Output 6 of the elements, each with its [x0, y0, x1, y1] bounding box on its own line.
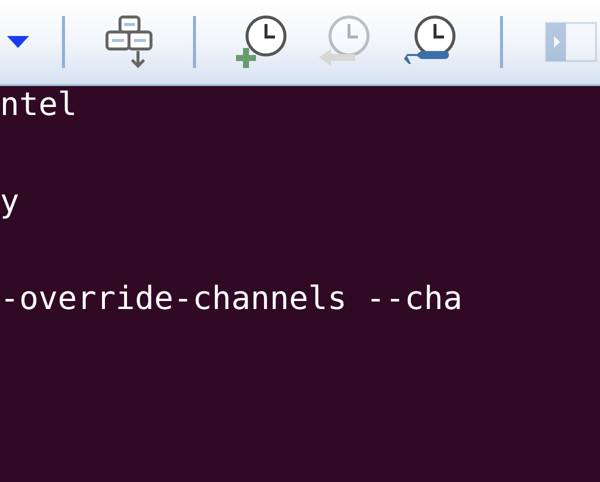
terminal-line: ntel — [0, 86, 78, 122]
terminal-line: y — [0, 183, 20, 219]
terminal-line: -override-channels --cha — [0, 280, 462, 316]
stacked-boxes-icon — [105, 15, 153, 69]
caret-icon — [7, 36, 29, 48]
side-panel-icon — [545, 22, 597, 62]
